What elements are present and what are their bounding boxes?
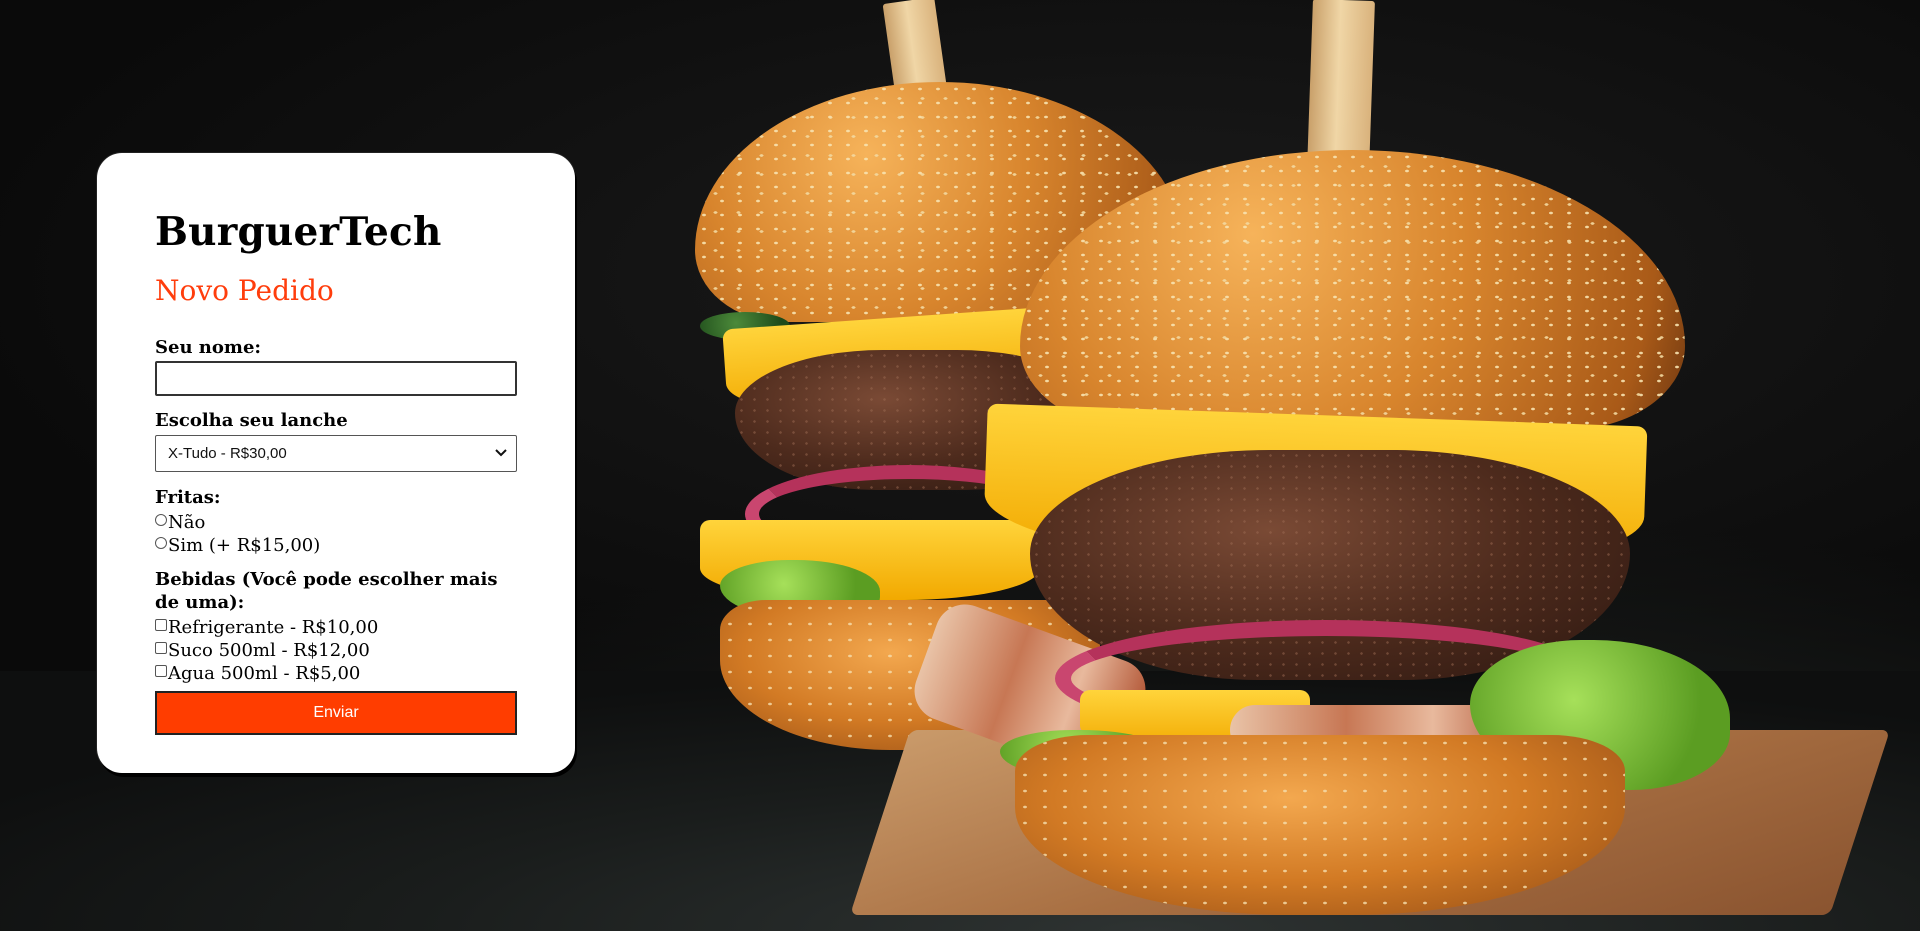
chevron-down-icon [495, 448, 507, 457]
fries-option-label: Não [168, 512, 206, 534]
fries-option-yes[interactable]: Sim (+ R$15,00) [155, 534, 517, 557]
checkbox[interactable] [155, 618, 167, 631]
radio-button[interactable] [155, 513, 167, 526]
snack-select[interactable]: X-Tudo - R$30,00 [155, 434, 517, 472]
front-burger [906, 0, 1760, 931]
drink-option-water[interactable]: Agua 500ml - R$5,00 [155, 662, 517, 685]
fries-option-label: Sim (+ R$15,00) [168, 535, 321, 557]
fries-option-no[interactable]: Não [155, 511, 517, 534]
fries-label: Fritas: [155, 486, 221, 508]
drink-option-label: Refrigerante - R$10,00 [168, 617, 379, 639]
checkbox[interactable] [155, 664, 167, 677]
drink-option-juice[interactable]: Suco 500ml - R$12,00 [155, 639, 517, 662]
drinks-group: Bebidas (Você pode escolher mais de uma)… [155, 569, 517, 685]
submit-button[interactable]: Enviar [155, 691, 517, 736]
drink-option-soda[interactable]: Refrigerante - R$10,00 [155, 616, 517, 639]
name-input[interactable] [155, 361, 517, 397]
drink-option-label: Suco 500ml - R$12,00 [168, 640, 370, 662]
fries-group: Fritas: Não Sim (+ R$15,00) [155, 487, 517, 558]
name-label: Seu nome: [155, 336, 262, 358]
form-subtitle: Novo Pedido [155, 273, 334, 307]
order-form-card: BurguerTech Novo Pedido Seu nome: Escolh… [97, 153, 575, 773]
brand-title: BurguerTech [155, 209, 442, 255]
radio-button[interactable] [155, 536, 167, 549]
snack-label: Escolha seu lanche [155, 410, 348, 432]
checkbox[interactable] [155, 641, 167, 654]
drinks-label: Bebidas (Você pode escolher mais de uma)… [155, 569, 498, 613]
drink-option-label: Agua 500ml - R$5,00 [168, 663, 361, 685]
snack-selected-value: X-Tudo - R$30,00 [168, 444, 287, 462]
